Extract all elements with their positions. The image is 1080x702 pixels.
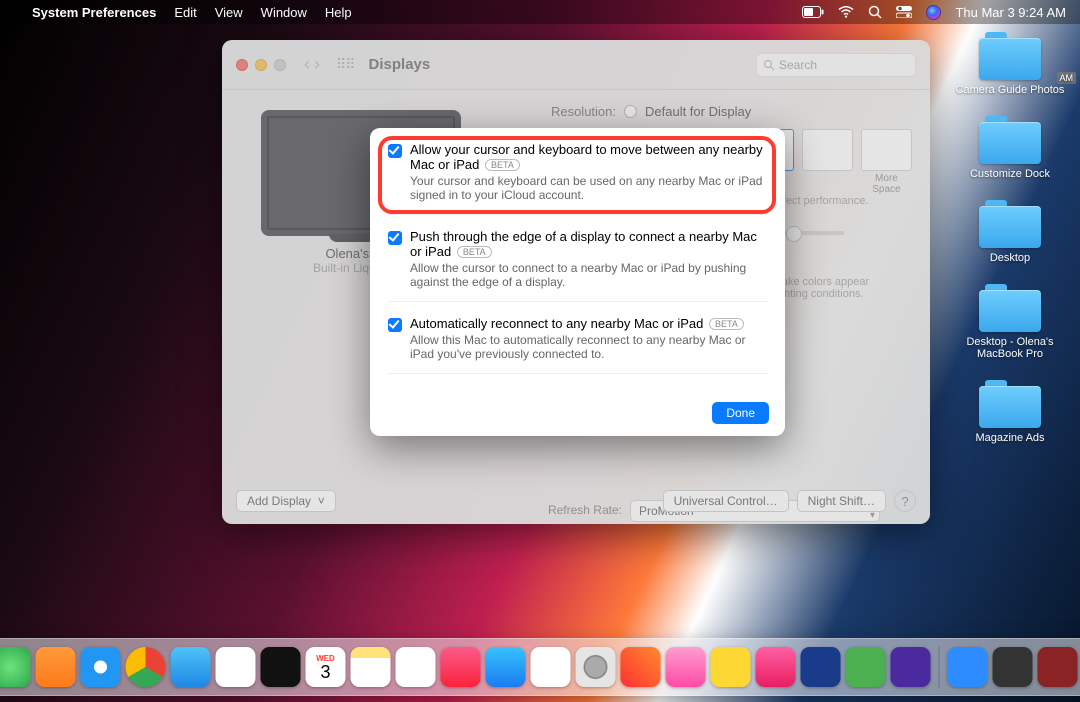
- dock-app-music[interactable]: [441, 647, 481, 687]
- menu-help[interactable]: Help: [325, 5, 352, 20]
- dock-app-reminders[interactable]: [396, 647, 436, 687]
- dock-app-calendar[interactable]: WED3: [306, 647, 346, 687]
- folder-label: Magazine Ads: [950, 432, 1070, 444]
- dock-app-chrome[interactable]: [126, 647, 166, 687]
- folder-label: Customize Dock: [950, 168, 1070, 180]
- dock-app-parallels[interactable]: [621, 647, 661, 687]
- clock[interactable]: Thu Mar 3 9:24 AM: [955, 5, 1066, 20]
- dock-app-generic[interactable]: [711, 647, 751, 687]
- forward-button[interactable]: ›: [314, 54, 320, 75]
- search-icon: [763, 59, 775, 71]
- dock-app-appstore[interactable]: [486, 647, 526, 687]
- dock-app-safari[interactable]: [81, 647, 121, 687]
- menu-view[interactable]: View: [215, 5, 243, 20]
- control-center-icon[interactable]: [896, 6, 912, 18]
- minimize-window-button[interactable]: [255, 59, 267, 71]
- desktop-folder[interactable]: DesktopAM: [950, 200, 1070, 264]
- app-name[interactable]: System Preferences: [32, 5, 156, 20]
- dock-app-generic[interactable]: [846, 647, 886, 687]
- window-title: Displays: [369, 56, 431, 73]
- dock-app-notes[interactable]: [351, 647, 391, 687]
- dock-app-photos[interactable]: [216, 647, 256, 687]
- option-auto-reconnect: Automatically reconnect to any nearby Ma…: [388, 316, 767, 374]
- dock-app-zoom[interactable]: [948, 647, 988, 687]
- zoom-window-button[interactable]: [274, 59, 286, 71]
- dock-app-tv[interactable]: [261, 647, 301, 687]
- dock-app-generic[interactable]: [756, 647, 796, 687]
- resolution-default-radio[interactable]: [624, 105, 637, 118]
- beta-badge: BETA: [457, 246, 492, 258]
- add-display-button[interactable]: Add Display ˅: [236, 490, 336, 512]
- dock-app-find-my[interactable]: [0, 647, 31, 687]
- option-push-through-edge: Push through the edge of a display to co…: [388, 229, 767, 302]
- desktop-folder[interactable]: Desktop - Olena's MacBook ProAM: [950, 284, 1070, 360]
- universal-control-button[interactable]: Universal Control…: [663, 490, 789, 512]
- window-toolbar: ‹ › ⠿⠿ Displays Search: [222, 40, 930, 90]
- spotlight-icon[interactable]: [868, 5, 882, 19]
- resolution-label: Resolution:: [510, 104, 616, 119]
- desktop-folder[interactable]: Camera Guide Photos: [950, 32, 1070, 96]
- beta-badge: BETA: [485, 159, 520, 171]
- checkbox-push-through-edge[interactable]: [388, 231, 402, 245]
- dock-app-1password[interactable]: [801, 647, 841, 687]
- dock-app-mail[interactable]: [171, 647, 211, 687]
- checkbox-auto-reconnect[interactable]: [388, 318, 402, 332]
- search-input[interactable]: Search: [756, 53, 916, 77]
- dock: WED3: [0, 638, 1080, 696]
- dock-app-generic[interactable]: [891, 647, 931, 687]
- dock-app-slack[interactable]: [531, 647, 571, 687]
- universal-control-popover: Allow your cursor and keyboard to move b…: [370, 128, 785, 436]
- dock-app-freeform[interactable]: [36, 647, 76, 687]
- wifi-icon[interactable]: [838, 6, 854, 18]
- siri-icon[interactable]: [926, 5, 941, 20]
- dock-app-generic[interactable]: [666, 647, 706, 687]
- desktop-folder[interactable]: Magazine Ads: [950, 380, 1070, 444]
- beta-badge: BETA: [709, 318, 744, 330]
- folder-label: Desktop: [950, 252, 1070, 264]
- desktop-folder[interactable]: Customize Dock: [950, 116, 1070, 180]
- window-controls: [236, 59, 286, 71]
- menu-edit[interactable]: Edit: [174, 5, 196, 20]
- dock-app-dictionary[interactable]: [1038, 647, 1078, 687]
- checkbox-allow-cursor-keyboard[interactable]: [388, 144, 402, 158]
- dock-separator: [939, 646, 940, 688]
- night-shift-button[interactable]: Night Shift…: [797, 490, 886, 512]
- done-button[interactable]: Done: [712, 402, 769, 424]
- menubar: System Preferences Edit View Window Help…: [0, 0, 1080, 24]
- dock-app-camera[interactable]: [993, 647, 1033, 687]
- scale-option[interactable]: [802, 129, 853, 171]
- folder-label: Camera Guide Photos: [950, 84, 1070, 96]
- dock-app-settings[interactable]: [576, 647, 616, 687]
- desktop-icons: Camera Guide Photos Customize Dock Deskt…: [950, 32, 1070, 464]
- show-all-button[interactable]: ⠿⠿: [336, 56, 355, 73]
- scale-option[interactable]: [861, 129, 912, 171]
- help-button[interactable]: ?: [894, 490, 916, 512]
- menu-window[interactable]: Window: [261, 5, 307, 20]
- battery-icon[interactable]: [802, 6, 824, 18]
- folder-label: Desktop - Olena's MacBook Pro: [950, 336, 1070, 360]
- close-window-button[interactable]: [236, 59, 248, 71]
- option-allow-cursor-keyboard: Allow your cursor and keyboard to move b…: [388, 142, 767, 215]
- back-button[interactable]: ‹: [304, 54, 310, 75]
